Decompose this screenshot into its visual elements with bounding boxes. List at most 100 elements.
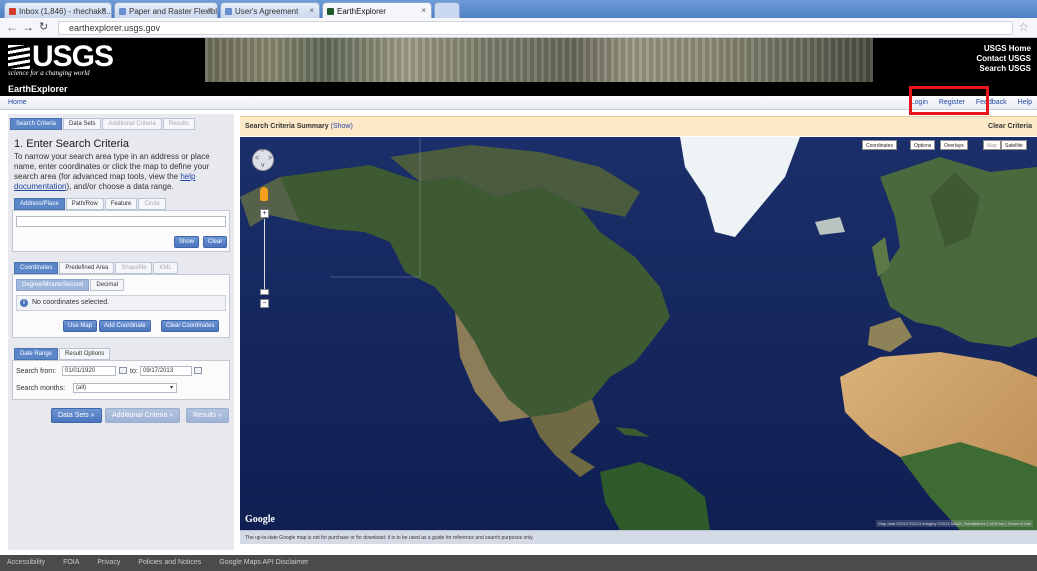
reload-icon[interactable]: ↻ [39, 20, 48, 33]
search-from-label: Search from: [16, 368, 57, 375]
earthexplorer-icon [327, 8, 334, 15]
privacy-link[interactable]: Privacy [97, 559, 120, 566]
browser-tab-paper[interactable]: Paper and Raster Flexible... × [114, 2, 218, 18]
add-coordinate-button[interactable]: Add Coordinate [99, 320, 151, 332]
clear-criteria-link[interactable]: Clear Criteria [988, 123, 1032, 130]
tab-address-place[interactable]: Address/Place [14, 198, 65, 210]
login-register-highlight-box [909, 86, 989, 115]
options-map-button[interactable]: Options [910, 140, 936, 150]
usgs-logo[interactable]: USGS [8, 42, 114, 72]
clear-coordinates-button[interactable]: Clear Coordinates [161, 320, 220, 332]
coordinates-map-button[interactable]: Coordinates [862, 140, 897, 150]
coordinate-tabs: Coordinates Predefined Area Shapefile KML [14, 262, 179, 274]
url-field[interactable]: earthexplorer.usgs.gov [58, 21, 1013, 35]
results-nav-button[interactable]: Results » [186, 408, 230, 423]
date-range-box: Search from: 01/01/1920 to: 09/17/2013 S… [12, 360, 230, 400]
browser-tab-inbox[interactable]: Inbox (1,846) - rhechak8... × [4, 2, 112, 18]
tab-path-row[interactable]: Path/Row [65, 198, 104, 210]
date-from-input[interactable]: 01/01/1920 [62, 366, 116, 376]
tab-search-criteria[interactable]: Search Criteria [10, 118, 63, 130]
tab-feature[interactable]: Feature [104, 198, 138, 210]
tab-circle[interactable]: Circle [138, 198, 166, 210]
date-to-input[interactable]: 09/17/2013 [140, 366, 192, 376]
tab-title: EarthExplorer [337, 7, 386, 16]
gmail-icon [9, 8, 16, 15]
page-icon [225, 8, 232, 15]
usgs-home-link[interactable]: USGS Home [976, 44, 1031, 54]
accessibility-link[interactable]: Accessibility [7, 559, 45, 566]
help-link[interactable]: Help [1018, 99, 1032, 106]
address-input[interactable] [16, 216, 226, 227]
map-imagery [240, 137, 1037, 530]
summary-title: Search Criteria Summary (Show) [245, 123, 353, 130]
step-instructions: To narrow your search area type in an ad… [14, 152, 210, 191]
address-box: Show Clear [12, 210, 230, 252]
calendar-icon[interactable] [119, 367, 127, 374]
google-maps-disclaimer-link[interactable]: Google Maps API Disclaimer [219, 559, 308, 566]
usgs-tagline: science for a changing world [8, 69, 90, 77]
browser-tab-agreement[interactable]: User's Agreement × [220, 2, 320, 18]
main-tabs: Search Criteria Data Sets Additional Crite… [10, 118, 196, 130]
banner-links: USGS Home Contact USGS Search USGS [976, 44, 1031, 74]
summary-show-link[interactable]: (Show) [331, 123, 353, 130]
pan-control-icon[interactable]: ^ v < > [252, 149, 274, 171]
close-icon[interactable]: × [421, 6, 426, 15]
calendar-icon[interactable] [194, 367, 202, 374]
search-panel: Search Criteria Data Sets Additional Crite… [8, 114, 234, 550]
close-icon[interactable]: × [207, 6, 212, 15]
tab-predefined-area[interactable]: Predefined Area [59, 262, 115, 274]
map-view[interactable]: ^ v < > + − Coordinates Options Overlays… [240, 137, 1037, 530]
zoom-slider-track[interactable] [264, 219, 265, 293]
address-tabs: Address/Place Path/Row Feature Circle [14, 198, 167, 210]
tab-results[interactable]: Results [162, 118, 195, 130]
zoom-out-icon[interactable]: − [260, 299, 269, 308]
close-icon[interactable]: × [309, 6, 314, 15]
additional-criteria-nav-button[interactable]: Additional Criteria » [105, 408, 181, 423]
tab-coordinates[interactable]: Coordinates [14, 262, 59, 274]
pegman-icon[interactable] [260, 187, 268, 201]
show-button[interactable]: Show [174, 236, 200, 248]
contact-usgs-link[interactable]: Contact USGS [976, 54, 1031, 64]
policies-link[interactable]: Policies and Notices [138, 559, 201, 566]
tab-additional-criteria[interactable]: Additional Criteria [102, 118, 162, 130]
search-months-label: Search months: [16, 385, 66, 392]
new-tab-button[interactable] [434, 2, 460, 18]
bookmark-star-icon[interactable]: ☆ [1018, 20, 1029, 34]
use-map-button[interactable]: Use Map [63, 320, 98, 332]
tab-shapefile[interactable]: Shapefile [115, 262, 153, 274]
usgs-banner: USGS science for a changing world USGS H… [0, 38, 1037, 82]
tab-data-sets[interactable]: Data Sets [63, 118, 102, 130]
back-icon[interactable]: ← [6, 20, 18, 34]
map-attribution[interactable]: Map data ©2013 ©2013 Imagery ©2013 NASA,… [876, 520, 1033, 527]
zoom-slider-handle[interactable] [260, 289, 269, 295]
search-criteria-summary-bar: Search Criteria Summary (Show) Clear Cri… [240, 116, 1037, 136]
tab-date-range[interactable]: Date Range [14, 348, 59, 360]
app-title: EarthExplorer [0, 82, 1037, 96]
chevron-down-icon: ▾ [169, 385, 173, 391]
browser-tab-bar: Inbox (1,846) - rhechak8... × Paper and … [0, 0, 1037, 18]
forward-icon[interactable]: → [22, 20, 34, 34]
search-months-select[interactable]: (all) ▾ [73, 383, 177, 393]
info-icon: i [20, 299, 28, 307]
clear-button[interactable]: Clear [203, 236, 228, 248]
usgs-waves-icon [8, 45, 30, 69]
close-icon[interactable]: × [101, 6, 106, 15]
data-sets-nav-button[interactable]: Data Sets » [51, 408, 102, 423]
zoom-in-icon[interactable]: + [260, 209, 269, 218]
tab-degree-minute-second[interactable]: Degree/Minute/Second [16, 279, 90, 291]
search-usgs-link[interactable]: Search USGS [976, 64, 1031, 74]
foia-link[interactable]: FOIA [63, 559, 79, 566]
map-type-button[interactable]: Map [983, 140, 1001, 150]
page-icon [119, 8, 126, 15]
tab-title: Inbox (1,846) - rhechak8... [19, 7, 112, 16]
banner-satellite-image [205, 38, 873, 82]
tab-kml[interactable]: KML [153, 262, 178, 274]
satellite-type-button[interactable]: Satellite [1001, 140, 1027, 150]
tab-result-options[interactable]: Result Options [59, 348, 111, 360]
browser-tab-earthexplorer[interactable]: EarthExplorer × [322, 2, 432, 18]
home-link[interactable]: Home [8, 99, 27, 106]
tab-decimal[interactable]: Decimal [90, 279, 125, 291]
overlays-map-button[interactable]: Overlays [940, 140, 968, 150]
map-disclaimer: The up-to-date Google map is not for pur… [240, 530, 1037, 544]
coord-format-tabs: Degree/Minute/Second Decimal [16, 279, 125, 291]
